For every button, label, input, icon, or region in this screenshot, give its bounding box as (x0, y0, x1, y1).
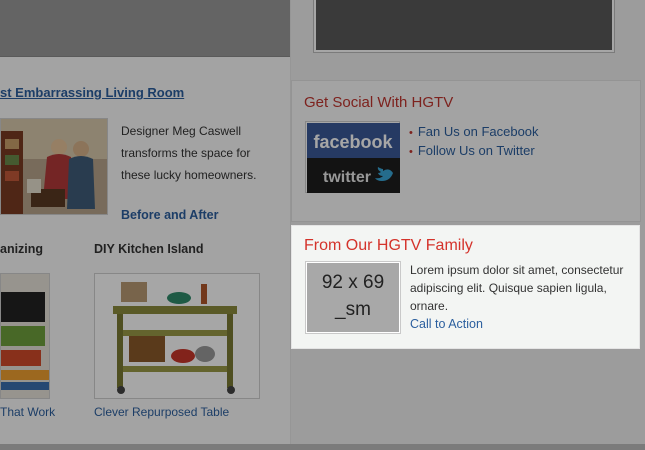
feature-photo-art (1, 119, 107, 214)
thumbnail-placeholder: 92 x 69 _sm (307, 263, 399, 332)
kitchen-island-photo-art (95, 274, 259, 398)
social-logo-art: facebook twitter (307, 123, 400, 193)
social-title: Get Social With HGTV (304, 94, 454, 111)
before-and-after-link[interactable]: Before and After (121, 208, 218, 222)
hgtv-family-module: From Our HGTV Family 92 x 69 _sm Lorem i… (291, 225, 640, 349)
page: st Embarrassing Living Room Designer Meg… (0, 0, 645, 445)
footer-band (0, 444, 645, 450)
family-description: Lorem ipsum dolor sit amet, consectetur … (410, 263, 624, 313)
call-to-action-link[interactable]: Call to Action (410, 317, 483, 331)
fan-us-facebook-item[interactable]: • Fan Us on Facebook (409, 123, 539, 142)
follow-us-twitter-item[interactable]: • Follow Us on Twitter (409, 142, 539, 161)
twitter-wordmark: twitter (323, 169, 371, 186)
left-column: st Embarrassing Living Room Designer Meg… (0, 0, 291, 445)
organizing-photo-art (1, 274, 49, 398)
subfeature-link-kitchen-island[interactable]: Clever Repurposed Table (94, 405, 229, 419)
subfeature-photo-kitchen-island[interactable] (94, 273, 260, 399)
thumbnail-size-label: 92 x 69 (321, 272, 385, 293)
facebook-twitter-logo[interactable]: facebook twitter (305, 121, 400, 193)
fan-us-facebook-link[interactable]: Fan Us on Facebook (418, 124, 539, 139)
right-column: Get Social With HGTV facebook twitter • F… (291, 0, 645, 445)
social-links-list: • Fan Us on Facebook • Follow Us on Twitte… (409, 123, 539, 161)
follow-us-twitter-link[interactable]: Follow Us on Twitter (418, 143, 535, 158)
social-module: Get Social With HGTV facebook twitter • F… (291, 80, 641, 222)
facebook-wordmark: facebook (313, 132, 393, 152)
right-hero-image[interactable] (316, 0, 612, 50)
subfeature-title-kitchen-island[interactable]: DIY Kitchen Island (94, 242, 204, 256)
feature-description: Designer Meg Caswell transforms the spac… (121, 124, 257, 182)
right-hero-frame (313, 0, 615, 53)
subfeature-link-organizing[interactable]: That Work (0, 405, 55, 419)
feature-title-link[interactable]: st Embarrassing Living Room (0, 85, 184, 100)
bullet-icon: • (409, 127, 413, 139)
left-hero-image[interactable] (0, 0, 290, 57)
thumbnail-suffix-label: _sm (335, 299, 371, 320)
subfeature-photo-organizing[interactable] (0, 273, 50, 399)
subfeature-title-organizing[interactable]: anizing (0, 242, 43, 256)
feature-photo[interactable] (0, 118, 108, 215)
family-title: From Our HGTV Family (304, 237, 473, 254)
family-thumbnail[interactable]: 92 x 69 _sm (305, 261, 401, 334)
bullet-icon: • (409, 146, 413, 158)
